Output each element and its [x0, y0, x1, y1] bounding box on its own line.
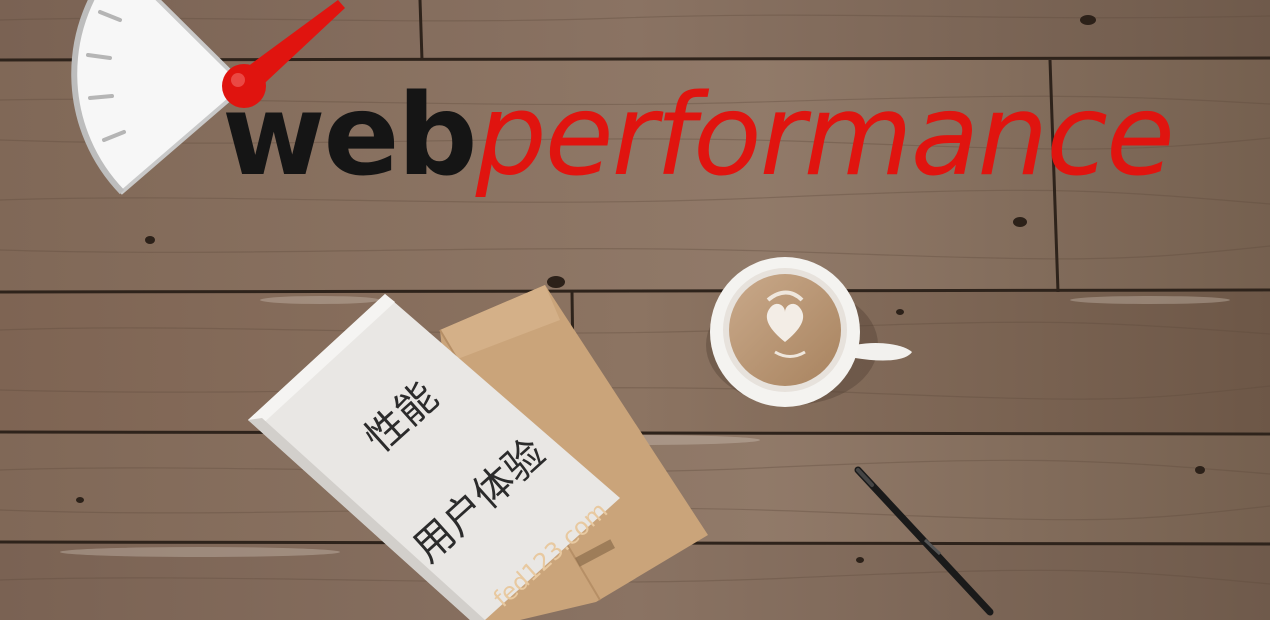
banner-image: webperformance 性能 用户体验 fed123.com: [0, 0, 1270, 620]
logo-word-web: web: [222, 71, 478, 201]
logo-word-performance: performance: [475, 71, 1175, 201]
web-performance-logo: webperformance: [222, 80, 1175, 192]
